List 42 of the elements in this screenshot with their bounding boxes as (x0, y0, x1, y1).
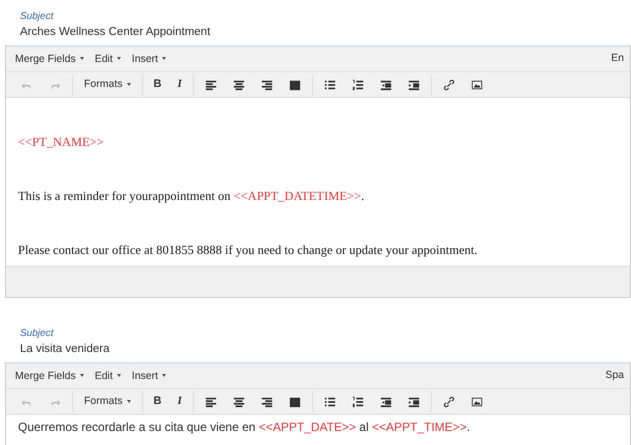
body-paragraph: This is a reminder for yourappointment on <<APPT_DATETIME>>. (18, 189, 366, 204)
italic-button[interactable]: I (171, 76, 188, 94)
link-icon (442, 78, 455, 90)
indent-icon (408, 396, 420, 408)
menu-button[interactable]: Merge Fields (12, 370, 92, 382)
subject-value: Arches Wellness Center Appointment (20, 25, 212, 40)
align-center-icon (232, 78, 245, 90)
indent-icon (408, 78, 420, 90)
bold-button[interactable]: B (148, 76, 168, 94)
image-icon (470, 396, 483, 408)
image-icon (470, 78, 483, 90)
subject-label: Subject (20, 327, 55, 341)
align-right-icon (260, 396, 273, 408)
outdent-icon (380, 78, 392, 90)
language-label: Spa (605, 368, 624, 384)
menu-button[interactable]: Insert (128, 370, 174, 382)
body-paragraph: Please contact our office at 801855 8888 if you need to change or update your appointment. (18, 243, 478, 258)
body-paragraph: Querremos recordarle a su cita que viene en <<APPT_DATE>> al <<APPT_TIME>>. (18, 420, 472, 435)
language-label: En (611, 51, 624, 66)
link-icon (442, 396, 455, 408)
bold-button[interactable]: B (148, 392, 168, 410)
subject-value: La visita venidera (20, 342, 110, 357)
menu-button[interactable]: Merge Fields (12, 54, 92, 64)
menu-button[interactable]: Insert (128, 54, 174, 64)
outdent-icon (380, 396, 392, 408)
align-center-icon (232, 396, 245, 408)
numbered-list-icon (352, 78, 364, 90)
align-right-icon (260, 78, 273, 90)
bullet-list-icon (324, 78, 336, 90)
align-left-icon (204, 78, 217, 90)
justify-icon (288, 78, 301, 90)
italic-button[interactable]: I (171, 392, 188, 410)
justify-icon (288, 396, 301, 408)
numbered-list-icon (352, 396, 364, 408)
formats-dropdown[interactable]: Formats (78, 76, 137, 94)
menu-button[interactable]: Edit (92, 54, 129, 64)
menu-button[interactable]: Edit (92, 370, 129, 382)
formats-dropdown[interactable]: Formats (78, 392, 137, 410)
align-left-icon (204, 396, 217, 408)
body-paragraph: <<PT_NAME>> (18, 135, 105, 150)
bullet-list-icon (324, 396, 336, 408)
subject-label: Subject (20, 10, 55, 24)
